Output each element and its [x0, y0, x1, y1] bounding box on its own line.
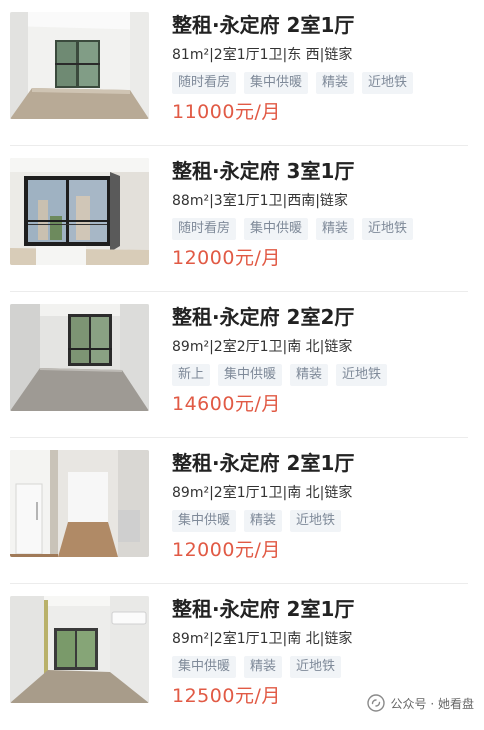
listing-title[interactable]: 整租·永定府 2室1厅: [172, 12, 474, 38]
listing-title[interactable]: 整租·永定府 2室1厅: [172, 450, 474, 476]
listing-tags: 随时看房 集中供暖 精装 近地铁: [172, 71, 474, 94]
listing-tag: 近地铁: [336, 364, 388, 386]
listing-price: 14600元/月: [172, 393, 281, 415]
listing-photo[interactable]: [10, 158, 149, 265]
room-photo-icon: [10, 12, 149, 119]
listing-price: 12000元/月: [172, 247, 281, 269]
room-photo-icon: [10, 304, 149, 411]
listing-item[interactable]: 整租·永定府 3室1厅 88m²|3室1厅1卫|西南|链家 随时看房 集中供暖 精装…: [0, 146, 484, 292]
listing-photo[interactable]: [10, 304, 149, 411]
listing-tags: 集中供暖 精装 近地铁: [172, 655, 474, 678]
listing-item[interactable]: 整租·永定府 2室1厅 89m²|2室1厅1卫|南 北|链家 集中供暖 精装 近地铁…: [0, 438, 484, 584]
listing-title[interactable]: 整租·永定府 2室1厅: [172, 596, 474, 622]
watermark: 公众号 · 她看盘: [366, 694, 474, 712]
listing-price: 11000元/月: [172, 101, 281, 123]
listing-tag: 集中供暖: [172, 510, 237, 532]
listing-tag: 新上: [172, 364, 211, 386]
listing-title[interactable]: 整租·永定府 3室1厅: [172, 158, 474, 184]
listing-tag: 随时看房: [172, 72, 237, 94]
listing-tag: 随时看房: [172, 218, 237, 240]
listing-meta: 88m²|3室1厅1卫|西南|链家: [172, 193, 348, 209]
listing-tag: 近地铁: [362, 72, 414, 94]
listing-tag: 集中供暖: [172, 656, 237, 678]
listing-tag: 近地铁: [362, 218, 414, 240]
listing-item[interactable]: 整租·永定府 2室2厅 89m²|2室2厅1卫|南 北|链家 新上 集中供暖 精装近…: [0, 292, 484, 438]
listing-tag: 精装: [290, 364, 329, 386]
listing-tags: 随时看房 集中供暖 精装 近地铁: [172, 217, 474, 240]
listing-tag: 集中供暖: [244, 218, 309, 240]
listing-meta: 89m²|2室1厅1卫|南 北|链家: [172, 631, 353, 647]
room-photo-icon: [10, 450, 149, 557]
listing-tags: 新上 集中供暖 精装 近地铁: [172, 363, 474, 386]
listing-tag: 精装: [244, 656, 283, 678]
listing-photo[interactable]: [10, 450, 149, 557]
listing-tag: 集中供暖: [244, 72, 309, 94]
listing-tag: 集中供暖: [218, 364, 283, 386]
listing-info: 整租·永定府 2室2厅 89m²|2室2厅1卫|南 北|链家 新上 集中供暖 精装近…: [172, 304, 474, 416]
listing-tag: 精装: [244, 510, 283, 532]
room-photo-icon: [10, 158, 149, 265]
listing-item[interactable]: 整租·永定府 2室1厅 81m²|2室1厅1卫|东 西|链家 随时看房 集中供暖精…: [0, 0, 484, 146]
listing-tag: 精装: [316, 72, 355, 94]
listing-info: 整租·永定府 2室1厅 89m²|2室1厅1卫|南 北|链家 集中供暖 精装 近地铁…: [172, 450, 474, 562]
listing-meta: 89m²|2室1厅1卫|南 北|链家: [172, 485, 353, 501]
listing-meta: 89m²|2室2厅1卫|南 北|链家: [172, 339, 353, 355]
listing-photo[interactable]: [10, 12, 149, 119]
listing-info: 整租·永定府 3室1厅 88m²|3室1厅1卫|西南|链家 随时看房 集中供暖 精装…: [172, 158, 474, 270]
listing-tags: 集中供暖 精装 近地铁: [172, 509, 474, 532]
listing-title[interactable]: 整租·永定府 2室2厅: [172, 304, 474, 330]
listing-info: 整租·永定府 2室1厅 81m²|2室1厅1卫|东 西|链家 随时看房 集中供暖精…: [172, 12, 474, 124]
listing-price: 12000元/月: [172, 539, 281, 561]
listing-photo[interactable]: [10, 596, 149, 703]
listing-info: 整租·永定府 2室1厅 89m²|2室1厅1卫|南 北|链家 集中供暖 精装 近地铁…: [172, 596, 474, 708]
listing-tag: 近地铁: [290, 656, 342, 678]
wechat-official-account-icon: [366, 694, 385, 712]
listing-meta: 81m²|2室1厅1卫|东 西|链家: [172, 47, 353, 63]
listing-tag: 近地铁: [290, 510, 342, 532]
watermark-text: 公众号 · 她看盘: [390, 696, 474, 711]
room-photo-icon: [10, 596, 149, 703]
listing-tag: 精装: [316, 218, 355, 240]
